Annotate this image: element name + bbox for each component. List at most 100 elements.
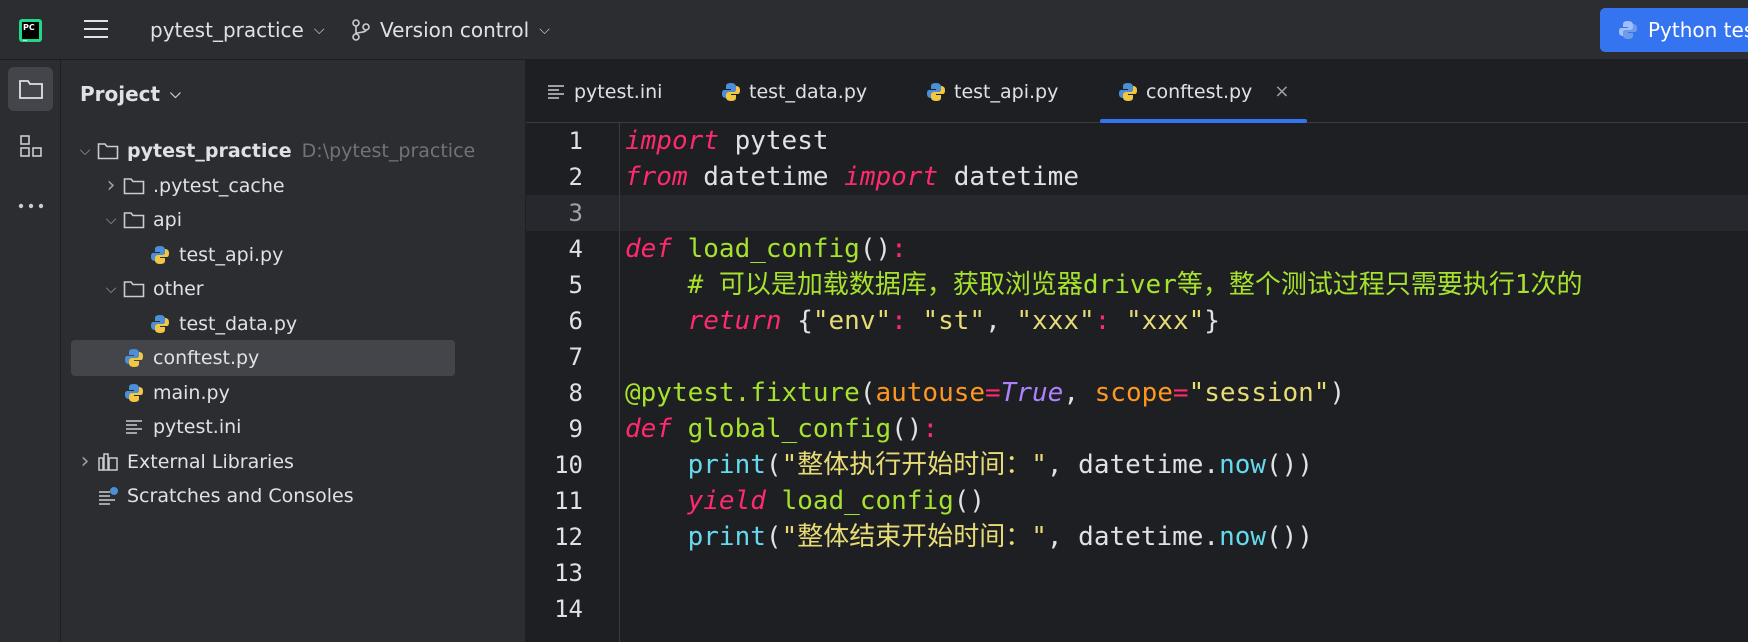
code-token: = — [985, 378, 1001, 408]
code-line[interactable]: import pytest — [625, 123, 829, 159]
code-token: () — [859, 234, 892, 264]
code-token: ()) — [1266, 522, 1313, 552]
code-token: ( — [765, 522, 782, 552]
project-name: pytest_practice — [150, 18, 304, 42]
main-menu-icon[interactable] — [84, 18, 108, 40]
code-line[interactable]: @pytest.fixture(autouse=True, scope="ses… — [625, 375, 1345, 411]
code-token: , — [985, 306, 1017, 336]
editor-tab[interactable]: pytest.ini — [546, 60, 662, 123]
code-token: global_config — [687, 414, 892, 444]
line-number: 6 — [568, 307, 583, 335]
line-number: 10 — [554, 451, 583, 479]
code-token: "session" — [1188, 378, 1330, 408]
code-token: return — [687, 306, 782, 336]
chevron-right-icon[interactable]: › — [75, 449, 95, 474]
tree-item[interactable]: ⌵ api — [61, 202, 501, 238]
scratches-icon — [95, 484, 121, 508]
run-configuration-button[interactable]: Python tes — [1600, 8, 1748, 52]
code-token: () — [953, 486, 986, 516]
more-tools-button[interactable] — [8, 184, 53, 228]
tree-item[interactable]: ⌵ pytest_practice D:\pytest_practice — [61, 133, 501, 169]
structure-icon — [19, 135, 42, 157]
code-token: "st" — [922, 306, 986, 336]
folder-icon — [18, 80, 43, 99]
code-line[interactable]: return {"env": "st", "xxx": "xxx"} — [625, 303, 1220, 339]
python-file-icon — [147, 243, 173, 267]
code-token: ) — [1329, 378, 1346, 408]
tab-label: conftest.py — [1146, 80, 1253, 103]
tree-item-selected[interactable]: conftest.py — [71, 340, 455, 376]
code-token: , datetime. — [1046, 522, 1220, 552]
library-icon — [95, 450, 121, 474]
editor-tab[interactable]: test_data.py — [721, 60, 867, 123]
line-number: 4 — [568, 235, 583, 263]
code-token: scope — [1094, 378, 1173, 408]
code-line[interactable]: from datetime import datetime — [625, 159, 1079, 195]
code-token: : — [891, 234, 907, 264]
chevron-down-icon[interactable]: ⌵ — [101, 281, 121, 297]
editor-tab-active[interactable]: conftest.py × — [1099, 60, 1308, 123]
code-line[interactable]: # 可以是加载数据库，获取浏览器driver等，整个测试过程只需要执行1次的 — [625, 267, 1583, 303]
tree-item-label: main.py — [153, 381, 230, 404]
pycharm-logo-icon[interactable]: PC _ — [19, 19, 42, 42]
project-panel-title: Project — [80, 82, 161, 106]
code-token: : — [891, 306, 907, 336]
chevron-down-icon: ⌵ — [539, 22, 550, 38]
structure-tool-button[interactable] — [8, 124, 53, 168]
code-line[interactable]: print("整体执行开始时间：", datetime.now()) — [625, 447, 1313, 483]
text-file-icon — [546, 83, 566, 101]
code-token: "整体执行开始时间：" — [781, 450, 1047, 480]
code-token: now — [1219, 522, 1267, 552]
folder-icon — [95, 139, 121, 163]
code-token: : — [922, 414, 939, 444]
project-tool-button[interactable] — [8, 67, 53, 111]
code-token: datetime — [687, 162, 845, 192]
code-token: True — [1000, 378, 1064, 408]
folder-icon — [121, 208, 147, 232]
tree-item[interactable]: main.py — [61, 375, 501, 411]
project-panel-header[interactable]: Project ⌵ — [80, 82, 181, 106]
code-line[interactable]: yield load_config() — [625, 483, 985, 519]
version-control-menu[interactable]: Version control ⌵ — [352, 18, 550, 42]
tree-item[interactable]: test_data.py — [61, 306, 501, 342]
code-token: load_config — [781, 486, 954, 516]
code-token: # 可以是加载数据库，获取浏览器driver等，整个测试过程只需要执行1次的 — [687, 270, 1583, 300]
code-token: def — [625, 234, 672, 264]
tree-item[interactable]: › .pytest_cache — [61, 168, 501, 204]
code-line[interactable]: print("整体结束开始时间：", datetime.now()) — [625, 519, 1313, 555]
tree-item-label: pytest.ini — [153, 416, 242, 438]
tree-item[interactable]: pytest.ini — [61, 409, 501, 445]
code-line[interactable]: def load_config(): — [625, 231, 907, 267]
chevron-right-icon[interactable]: › — [101, 173, 121, 198]
editor-area: pytest.ini test_data.py test_api.py conftes… — [526, 60, 1748, 642]
close-icon[interactable]: × — [1274, 81, 1289, 102]
chevron-down-icon[interactable]: ⌵ — [101, 212, 121, 228]
tab-label: test_data.py — [749, 80, 868, 103]
tab-label: pytest.ini — [574, 80, 663, 103]
editor-tab[interactable]: test_api.py — [926, 60, 1058, 123]
code-token: "xxx" — [1125, 306, 1205, 336]
code-token: ( — [859, 378, 876, 408]
project-switcher[interactable]: pytest_practice ⌵ — [150, 18, 324, 42]
chevron-down-icon[interactable]: ⌵ — [75, 143, 95, 159]
tree-item[interactable]: test_api.py — [61, 237, 501, 273]
code-token: pytest — [718, 126, 829, 156]
python-file-icon — [926, 82, 946, 102]
code-token: "整体结束开始时间：" — [781, 522, 1047, 552]
tree-item[interactable]: Scratches and Consoles — [61, 478, 501, 514]
python-file-icon — [147, 312, 173, 336]
tree-item-label: other — [153, 278, 204, 300]
folder-icon — [121, 277, 147, 301]
code-line[interactable]: def global_config(): — [625, 411, 938, 447]
tree-item[interactable]: › External Libraries — [61, 444, 501, 480]
tree-item[interactable]: ⌵ other — [61, 271, 501, 307]
chevron-down-icon: ⌵ — [170, 86, 181, 102]
folder-icon — [121, 174, 147, 198]
python-icon — [1619, 21, 1637, 39]
line-number-gutter: 1 2 3 4 5 6 7 8 9 10 11 12 13 14 — [526, 123, 620, 642]
code-token: = — [1172, 378, 1189, 408]
